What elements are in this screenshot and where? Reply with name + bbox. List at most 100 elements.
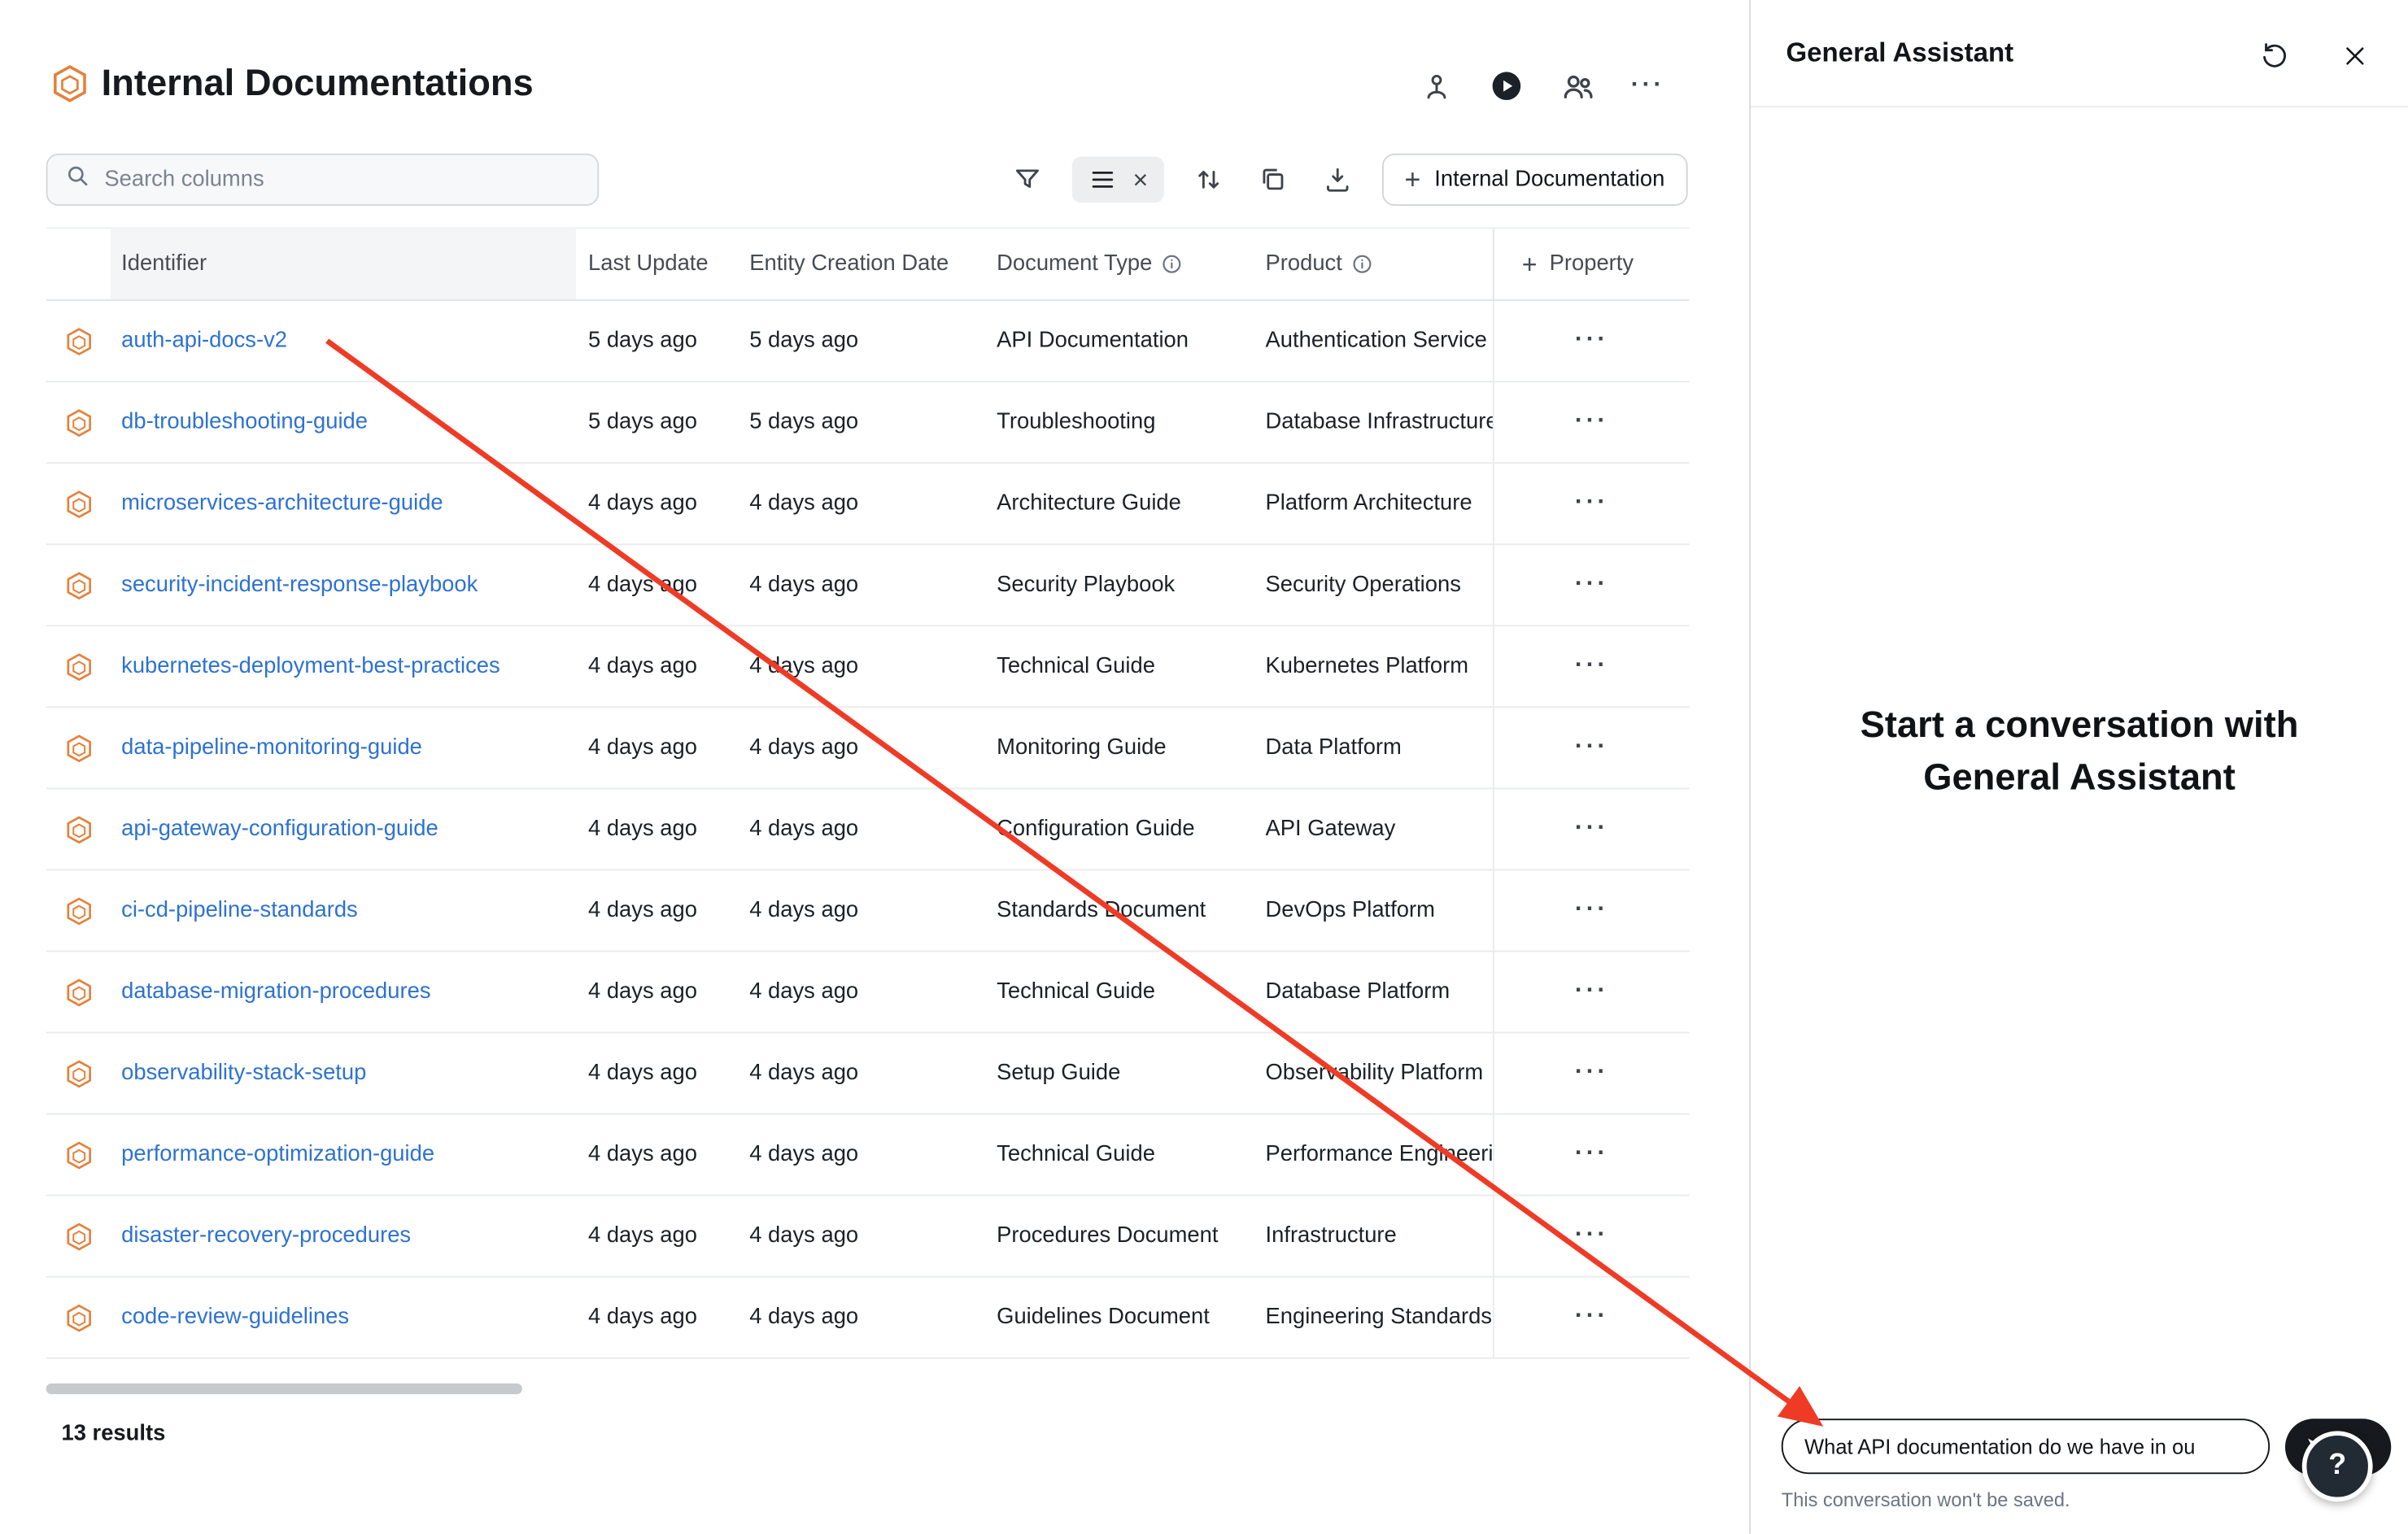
table-row[interactable]: api-gateway-configuration-guide 4 days a… [46,789,1690,870]
row-more-button[interactable]: ··· [1493,1115,1690,1195]
row-more-button[interactable]: ··· [1493,301,1690,381]
row-entity-creation-date: 4 days ago [737,870,984,950]
table-row[interactable]: data-pipeline-monitoring-guide 4 days ag… [46,708,1690,789]
row-last-update: 4 days ago [576,870,737,950]
object-hexagon-icon [46,626,111,706]
assistant-header: General Assistant [1751,0,2408,107]
row-identifier-link[interactable]: db-troubleshooting-guide [121,410,368,434]
row-last-update: 4 days ago [576,464,737,543]
row-identifier-link[interactable]: code-review-guidelines [121,1305,349,1330]
row-product: Platform Architecture [1253,464,1492,543]
row-identifier-link[interactable]: kubernetes-deployment-best-practices [121,654,500,678]
object-hexagon-icon [46,789,111,869]
row-document-type: Monitoring Guide [984,708,1253,787]
download-icon[interactable] [1317,159,1357,199]
table-row[interactable]: database-migration-procedures 4 days ago… [46,952,1690,1033]
table-row[interactable]: kubernetes-deployment-best-practices 4 d… [46,626,1690,708]
row-entity-creation-date: 4 days ago [737,1033,984,1113]
row-more-button[interactable]: ··· [1493,952,1690,1031]
row-last-update: 4 days ago [576,545,737,625]
table-row[interactable]: performance-optimization-guide 4 days ag… [46,1115,1690,1196]
row-more-button[interactable]: ··· [1493,789,1690,869]
row-document-type: API Documentation [984,301,1253,381]
new-internal-documentation-button[interactable]: + Internal Documentation [1381,154,1687,206]
table-row[interactable]: security-incident-response-playbook 4 da… [46,545,1690,626]
row-identifier-link[interactable]: microservices-architecture-guide [121,491,443,516]
row-last-update: 4 days ago [576,1115,737,1195]
row-product: Performance Engineering [1253,1115,1492,1195]
row-document-type: Standards Document [984,870,1253,950]
help-button[interactable]: ? [2302,1431,2373,1501]
assistant-actions [2254,35,2374,75]
table-row[interactable]: auth-api-docs-v2 5 days ago 5 days ago A… [46,301,1690,382]
info-icon [1162,253,1183,274]
more-options-icon[interactable]: ··· [1628,66,1668,106]
row-document-type: Guidelines Document [984,1278,1253,1358]
table-row[interactable]: observability-stack-setup 4 days ago 4 d… [46,1033,1690,1114]
reset-conversation-icon[interactable] [2254,35,2294,75]
row-identifier-link[interactable]: api-gateway-configuration-guide [121,817,438,841]
row-product: Authentication Service [1253,301,1492,381]
object-hexagon-icon [46,708,111,787]
table-row[interactable]: ci-cd-pipeline-standards 4 days ago 4 da… [46,870,1690,952]
row-last-update: 5 days ago [576,382,737,462]
row-identifier-link[interactable]: disaster-recovery-procedures [121,1224,411,1249]
column-header-entity-creation-date[interactable]: Entity Creation Date [737,229,984,299]
row-identifier-link[interactable]: auth-api-docs-v2 [121,329,287,353]
row-more-button[interactable]: ··· [1493,382,1690,462]
row-product: Observability Platform [1253,1033,1492,1113]
table-body: auth-api-docs-v2 5 days ago 5 days ago A… [0,301,1690,1359]
row-more-button[interactable]: ··· [1493,626,1690,706]
row-entity-creation-date: 5 days ago [737,382,984,462]
row-last-update: 4 days ago [576,626,737,706]
row-more-button[interactable]: ··· [1493,1278,1690,1358]
row-more-button[interactable]: ··· [1493,870,1690,950]
row-more-button[interactable]: ··· [1493,708,1690,787]
add-property-button[interactable]: + Property [1493,229,1690,299]
clear-view-icon[interactable]: × [1132,167,1148,193]
column-header-product[interactable]: Product [1253,229,1492,299]
table-row[interactable]: code-review-guidelines 4 days ago 4 days… [46,1278,1690,1359]
assistant-disclaimer: This conversation won't be saved. [1782,1489,2070,1510]
row-more-button[interactable]: ··· [1493,1033,1690,1113]
copy-icon[interactable] [1253,159,1293,199]
row-identifier-link[interactable]: database-migration-procedures [121,979,430,1004]
table-row[interactable]: microservices-architecture-guide 4 days … [46,464,1690,545]
column-header-identifier[interactable]: Identifier [111,229,576,299]
row-document-type: Architecture Guide [984,464,1253,543]
column-header-last-update[interactable]: Last Update [576,229,737,299]
users-icon[interactable] [1557,66,1597,106]
assistant-title: General Assistant [1786,37,2013,69]
object-hexagon-icon [46,870,111,950]
object-hexagon-icon [46,952,111,1031]
row-entity-creation-date: 4 days ago [737,464,984,543]
explore-icon[interactable] [1416,66,1456,106]
run-play-icon[interactable] [1486,66,1526,106]
row-product: DevOps Platform [1253,870,1492,950]
filter-icon[interactable] [1007,159,1047,199]
row-document-type: Security Playbook [984,545,1253,625]
horizontal-scrollbar[interactable] [46,1384,522,1394]
row-product: Database Platform [1253,952,1492,1031]
list-view-icon[interactable] [1087,164,1118,195]
row-identifier-link[interactable]: ci-cd-pipeline-standards [121,898,358,922]
sort-icon[interactable] [1188,159,1228,199]
row-identifier-link[interactable]: observability-stack-setup [121,1061,366,1085]
row-more-button[interactable]: ··· [1493,1196,1690,1276]
row-identifier-link[interactable]: security-incident-response-playbook [121,573,478,597]
search-input[interactable] [104,168,580,192]
row-document-type: Troubleshooting [984,382,1253,462]
row-more-button[interactable]: ··· [1493,545,1690,625]
table-row[interactable]: disaster-recovery-procedures 4 days ago … [46,1196,1690,1278]
row-more-button[interactable]: ··· [1493,464,1690,543]
row-identifier-link[interactable]: performance-optimization-guide [121,1142,434,1166]
column-header-document-type[interactable]: Document Type [984,229,1253,299]
row-last-update: 4 days ago [576,1278,737,1358]
row-identifier-link[interactable]: data-pipeline-monitoring-guide [121,735,422,760]
search-columns-box[interactable] [46,154,600,206]
row-last-update: 4 days ago [576,952,737,1031]
assistant-chat-input[interactable] [1782,1419,2270,1474]
info-icon [1351,253,1372,274]
table-row[interactable]: db-troubleshooting-guide 5 days ago 5 da… [46,382,1690,464]
close-panel-icon[interactable] [2334,35,2374,75]
